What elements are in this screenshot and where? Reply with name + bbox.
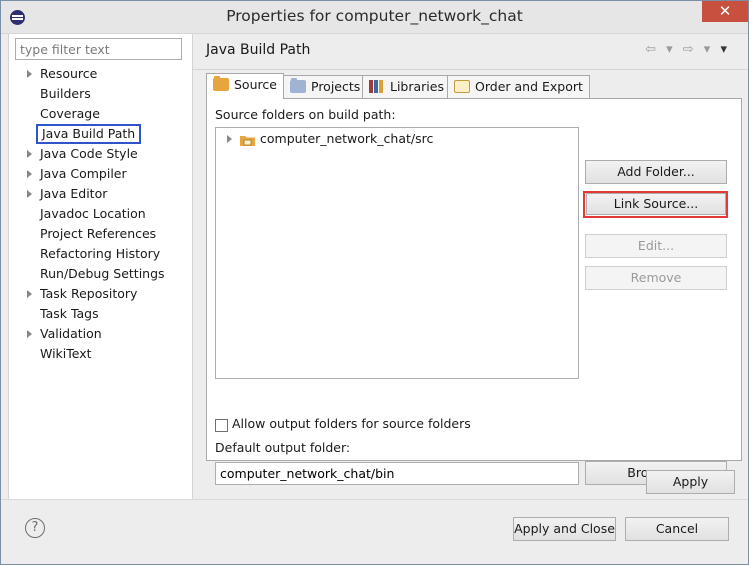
sidebar-item-java-editor[interactable]: Java Editor	[9, 184, 189, 204]
view-menu-icon[interactable]: ▾	[720, 42, 730, 57]
tab-source[interactable]: Source	[206, 73, 284, 99]
tab-label: Libraries	[390, 79, 444, 94]
divider	[193, 69, 748, 70]
source-folder-icon	[213, 76, 229, 91]
sidebar-item-label: Run/Debug Settings	[40, 266, 165, 281]
cancel-button[interactable]: Cancel	[625, 517, 729, 541]
sidebar-item-validation[interactable]: Validation	[9, 324, 189, 344]
filter-input[interactable]	[15, 38, 182, 60]
sidebar-item-task-repository[interactable]: Task Repository	[9, 284, 189, 304]
sidebar-item-label: Builders	[40, 86, 91, 101]
link-source-button[interactable]: Link Source...	[586, 193, 726, 215]
package-folder-icon	[240, 134, 256, 147]
sidebar-item-label: Project References	[40, 226, 157, 241]
source-folder-tree[interactable]: computer_network_chat/src	[215, 127, 579, 379]
tab-label: Order and Export	[475, 79, 583, 94]
libraries-icon	[369, 80, 385, 93]
default-output-folder-field[interactable]	[215, 462, 579, 485]
sidebar-item-wikitext[interactable]: WikiText	[9, 344, 189, 364]
apply-button[interactable]: Apply	[646, 470, 735, 494]
sidebar-item-task-tags[interactable]: Task Tags	[9, 304, 189, 324]
order-export-icon	[454, 80, 470, 93]
expand-arrow-icon[interactable]	[227, 135, 232, 143]
forward-arrow-icon[interactable]: ⇨ ▾	[683, 42, 714, 57]
sidebar-item-resource[interactable]: Resource	[9, 64, 189, 84]
window-title: Properties for computer_network_chat	[226, 7, 523, 25]
sidebar-item-label: Refactoring History	[40, 246, 161, 261]
properties-dialog: Properties for computer_network_chat ✕ R…	[0, 0, 749, 565]
expand-arrow-icon[interactable]	[27, 70, 32, 78]
sidebar-item-label: Coverage	[40, 106, 100, 121]
expand-arrow-icon[interactable]	[27, 190, 32, 198]
source-tab-panel: Source folders on build path: computer_n…	[206, 98, 742, 485]
projects-folder-icon	[290, 78, 306, 93]
apply-and-close-button[interactable]: Apply and Close	[513, 517, 616, 541]
divider	[1, 499, 748, 500]
source-folder-label: computer_network_chat/src	[260, 131, 434, 146]
add-folder-button[interactable]: Add Folder...	[585, 160, 727, 184]
sidebar-item-label: Task Tags	[40, 306, 99, 321]
sidebar-item-java-compiler[interactable]: Java Compiler	[9, 164, 189, 184]
source-folders-label: Source folders on build path:	[215, 107, 396, 122]
sidebar-item-label: Resource	[40, 66, 98, 81]
sidebar-item-label: Validation	[40, 326, 102, 341]
help-icon[interactable]: ?	[25, 518, 45, 538]
tab-label: Projects	[311, 79, 361, 94]
sidebar-item-label: Java Editor	[40, 186, 108, 201]
page-navigation: ⇦ ▾ ⇨ ▾ ▾	[645, 42, 730, 57]
tab-projects[interactable]: Projects	[283, 75, 368, 98]
expand-arrow-icon[interactable]	[27, 330, 32, 338]
property-page: Java Build Path ⇦ ▾ ⇨ ▾ ▾ Source Project…	[193, 34, 748, 499]
default-output-folder-label: Default output folder:	[215, 440, 351, 455]
sidebar-item-label: Java Code Style	[40, 146, 138, 161]
sidebar-item-label: Java Compiler	[40, 166, 127, 181]
close-button[interactable]: ✕	[702, 1, 748, 22]
sidebar-item-label: Task Repository	[40, 286, 138, 301]
title-bar: Properties for computer_network_chat ✕	[1, 1, 748, 34]
sidebar-item-java-build-path[interactable]: Java Build Path	[9, 124, 189, 144]
allow-output-folders-label: Allow output folders for source folders	[232, 416, 471, 431]
back-arrow-icon[interactable]: ⇦ ▾	[645, 42, 676, 57]
preference-tree-panel: Resource Builders Coverage Java Build Pa…	[8, 34, 193, 499]
sidebar-item-label: Javadoc Location	[40, 206, 146, 221]
tab-label: Source	[234, 77, 277, 92]
sidebar-item-refactoring-history[interactable]: Refactoring History	[9, 244, 189, 264]
allow-output-folders-checkbox[interactable]	[215, 419, 228, 432]
edit-button[interactable]: Edit...	[585, 234, 727, 258]
tab-libraries[interactable]: Libraries	[362, 75, 451, 98]
sidebar-item-coverage[interactable]: Coverage	[9, 104, 189, 124]
sidebar-item-javadoc-location[interactable]: Javadoc Location	[9, 204, 189, 224]
expand-arrow-icon[interactable]	[27, 290, 32, 298]
sidebar-item-builders[interactable]: Builders	[9, 84, 189, 104]
expand-arrow-icon[interactable]	[27, 170, 32, 178]
remove-button[interactable]: Remove	[585, 266, 727, 290]
expand-arrow-icon[interactable]	[27, 150, 32, 158]
sidebar-item-run-debug-settings[interactable]: Run/Debug Settings	[9, 264, 189, 284]
tab-order-and-export[interactable]: Order and Export	[447, 75, 590, 98]
sidebar-item-java-code-style[interactable]: Java Code Style	[9, 144, 189, 164]
sidebar-item-label: WikiText	[40, 346, 92, 361]
page-title: Java Build Path	[206, 42, 311, 58]
sidebar-item-label: Java Build Path	[36, 124, 142, 144]
sidebar-item-project-references[interactable]: Project References	[9, 224, 189, 244]
